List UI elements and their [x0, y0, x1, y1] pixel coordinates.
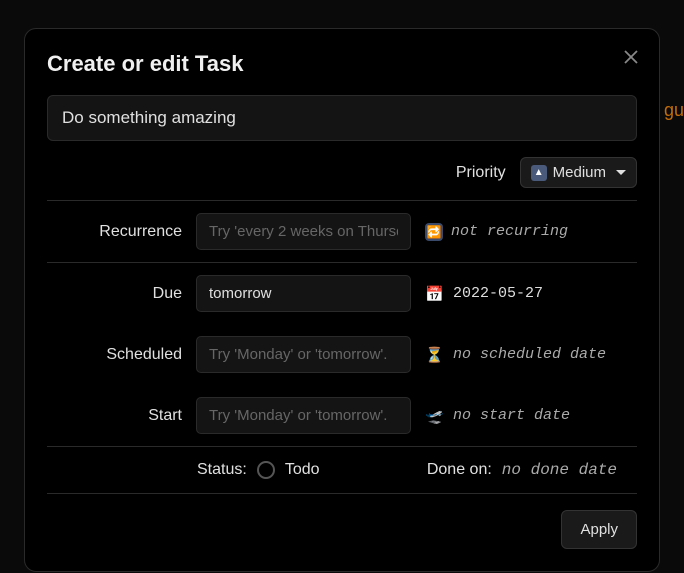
- status-row: Status: Todo Done on: no done date: [47, 447, 637, 493]
- due-row: Due 📅 2022-05-27: [47, 263, 637, 324]
- priority-row: Priority ▲ Medium: [47, 157, 637, 188]
- scheduled-input[interactable]: [196, 336, 411, 373]
- recurrence-input[interactable]: [196, 213, 411, 250]
- calendar-icon: 📅: [425, 285, 445, 303]
- task-modal: Create or edit Task Priority ▲ Medium Re…: [24, 28, 660, 572]
- priority-value: Medium: [553, 164, 606, 181]
- start-label: Start: [47, 407, 182, 425]
- modal-footer: Apply: [47, 494, 637, 549]
- status-value: Todo: [285, 461, 320, 479]
- status-label: Status:: [197, 461, 247, 479]
- done-on-label: Done on:: [427, 461, 492, 479]
- scheduled-label: Scheduled: [47, 346, 182, 364]
- start-row: Start 🛫 no start date: [47, 385, 637, 446]
- priority-medium-icon: ▲: [531, 165, 547, 181]
- start-hint-text: no start date: [453, 407, 570, 424]
- start-hint: 🛫 no start date: [425, 407, 637, 425]
- close-button[interactable]: [619, 45, 643, 69]
- recurrence-hint-text: not recurring: [451, 223, 568, 240]
- scheduled-hint: ⏳ no scheduled date: [425, 346, 637, 364]
- recurrence-hint: 🔁 not recurring: [425, 223, 637, 241]
- apply-button[interactable]: Apply: [561, 510, 637, 549]
- hourglass-icon: ⏳: [425, 346, 445, 364]
- task-description-input[interactable]: [47, 95, 637, 141]
- airplane-icon: 🛫: [425, 407, 445, 425]
- due-hint: 📅 2022-05-27: [425, 285, 637, 303]
- scheduled-row: Scheduled ⏳ no scheduled date: [47, 324, 637, 385]
- due-label: Due: [47, 285, 182, 303]
- done-on-value: no done date: [502, 461, 617, 479]
- scheduled-hint-text: no scheduled date: [453, 346, 606, 363]
- start-input[interactable]: [196, 397, 411, 434]
- priority-label: Priority: [456, 164, 506, 182]
- modal-title: Create or edit Task: [47, 51, 637, 77]
- chevron-down-icon: [616, 170, 626, 175]
- due-hint-text: 2022-05-27: [453, 285, 543, 302]
- recurrence-row: Recurrence 🔁 not recurring: [47, 201, 637, 262]
- status-radio-todo[interactable]: [257, 461, 275, 479]
- recurrence-icon: 🔁: [425, 223, 443, 241]
- due-input[interactable]: [196, 275, 411, 312]
- recurrence-label: Recurrence: [47, 223, 182, 241]
- close-icon: [623, 49, 639, 65]
- priority-select[interactable]: ▲ Medium: [520, 157, 637, 188]
